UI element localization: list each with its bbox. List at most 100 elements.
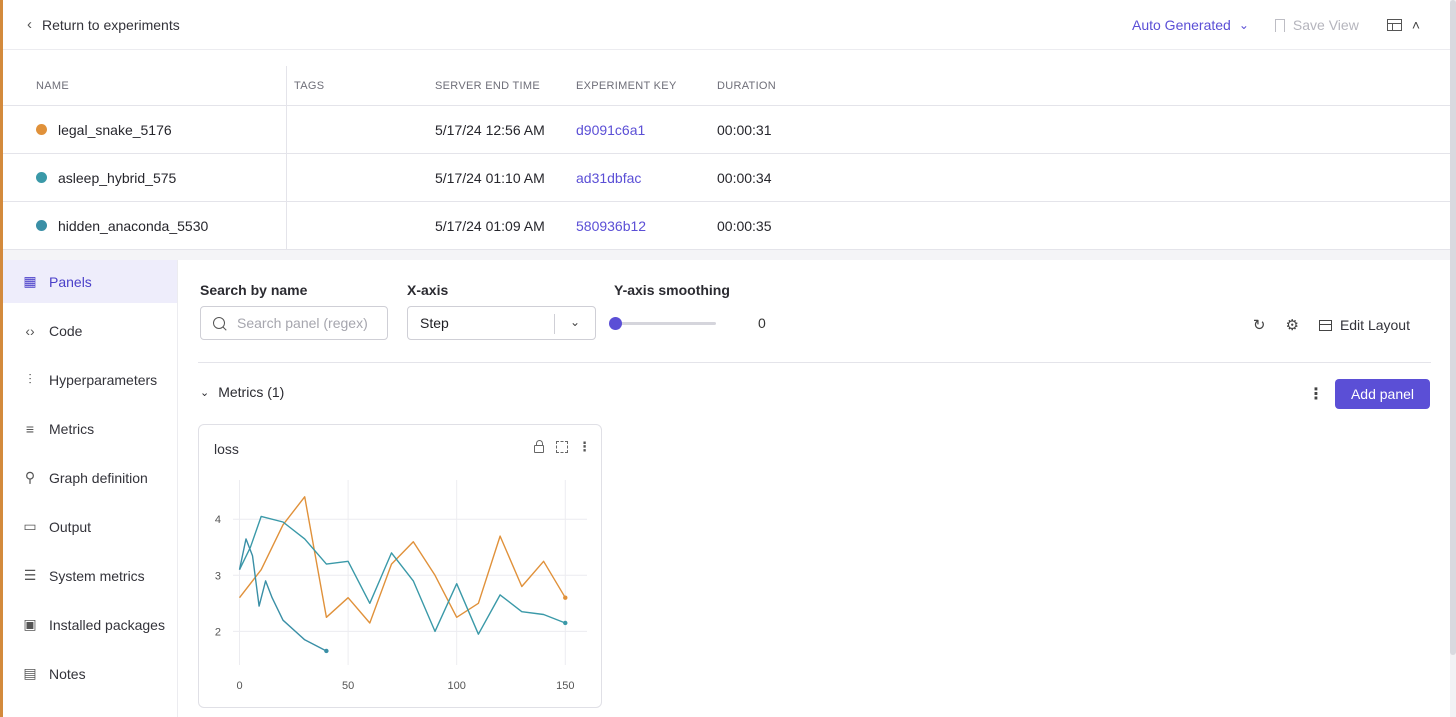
column-header-tags[interactable]: TAGS bbox=[287, 66, 435, 105]
chevron-down-icon: ⌄ bbox=[1238, 18, 1249, 32]
table-row[interactable]: hidden_anaconda_5530 5/17/24 01:09 AM 58… bbox=[3, 202, 1450, 250]
sidebar-item-panels[interactable]: ▦ Panels bbox=[3, 260, 177, 303]
sidebar-item-label: Panels bbox=[49, 273, 92, 290]
xaxis-select[interactable]: Step ⌄ bbox=[407, 306, 596, 340]
column-header-experiment-key[interactable]: EXPERIMENT KEY bbox=[576, 66, 717, 105]
experiment-end-time: 5/17/24 01:10 AM bbox=[435, 169, 545, 186]
bookmark-icon bbox=[1274, 18, 1285, 32]
slider-track[interactable] bbox=[614, 322, 716, 325]
slider-handle[interactable] bbox=[609, 317, 622, 330]
panels-main: Search by name X-axis Step ⌄ Y-axis smoo… bbox=[179, 260, 1450, 717]
section-more-icon[interactable]: ⋮ bbox=[1308, 384, 1324, 404]
loss-chart-panel[interactable]: 2 3 4 0 50 100 150 loss ⋮ bbox=[198, 424, 602, 708]
search-filter-group: Search by name bbox=[200, 282, 388, 340]
search-panel-box[interactable] bbox=[200, 306, 388, 340]
sidebar-item-graph-definition[interactable]: ⚲ Graph definition bbox=[3, 456, 177, 499]
return-label: Return to experiments bbox=[42, 16, 180, 33]
sidebar-item-output[interactable]: ▭ Output bbox=[3, 505, 177, 548]
experiment-name: asleep_hybrid_575 bbox=[58, 169, 177, 186]
return-to-experiments-link[interactable]: ‹ Return to experiments bbox=[27, 16, 180, 33]
y-tick-label: 3 bbox=[215, 570, 221, 582]
sidebar-item-code[interactable]: ‹› Code bbox=[3, 309, 177, 352]
experiment-name: hidden_anaconda_5530 bbox=[58, 217, 209, 234]
code-icon: ‹› bbox=[25, 322, 35, 339]
experiment-duration: 00:00:35 bbox=[717, 217, 772, 234]
column-header-name[interactable]: NAME bbox=[3, 66, 287, 105]
table-collapse-toggle[interactable]: ˄ bbox=[1386, 17, 1420, 33]
lock-icon[interactable] bbox=[534, 440, 544, 453]
smoothing-label: Y-axis smoothing bbox=[614, 282, 730, 298]
save-view-label: Save View bbox=[1292, 17, 1359, 33]
refresh-icon[interactable]: ↻ bbox=[1253, 316, 1266, 334]
more-vertical-icon[interactable]: ⋮ bbox=[578, 439, 591, 455]
loss-chart: 2 3 4 0 50 100 150 bbox=[215, 480, 587, 692]
experiment-name-cell: legal_snake_5176 bbox=[3, 106, 287, 153]
chart-actions: ⋮ bbox=[526, 439, 591, 455]
experiments-table: NAME TAGS SERVER END TIME EXPERIMENT KEY… bbox=[3, 66, 1450, 250]
scrollbar-thumb[interactable] bbox=[1450, 0, 1456, 655]
settings-sliders-icon[interactable]: ⚙ bbox=[1285, 316, 1298, 334]
select-separator bbox=[554, 314, 555, 334]
experiment-color-dot bbox=[36, 124, 47, 135]
column-header-duration[interactable]: DURATION bbox=[717, 66, 857, 105]
sidebar-item-label: Installed packages bbox=[49, 616, 165, 633]
smoothing-filter-group: Y-axis smoothing 0 bbox=[609, 282, 774, 340]
metrics-lines-icon: ≡ bbox=[25, 420, 35, 437]
xaxis-label: X-axis bbox=[407, 282, 449, 298]
system-lines-icon: ☰ bbox=[23, 567, 37, 583]
experiment-key-link[interactable]: d9091c6a1 bbox=[576, 122, 645, 138]
experiment-duration: 00:00:34 bbox=[717, 169, 772, 186]
sidebar-item-notes[interactable]: ▤ Notes bbox=[3, 652, 177, 695]
table-header: NAME TAGS SERVER END TIME EXPERIMENT KEY… bbox=[3, 66, 1450, 106]
sidebar-item-installed-packages[interactable]: ▣ Installed packages bbox=[3, 603, 177, 646]
save-view-button[interactable]: Save View bbox=[1274, 17, 1359, 33]
experiment-tags-cell bbox=[287, 106, 435, 153]
series-line-2 bbox=[238, 538, 327, 652]
experiment-key-link[interactable]: ad31dbfac bbox=[576, 170, 641, 186]
panel-tools: ↻ ⚙ Edit Layout bbox=[1233, 316, 1410, 334]
add-panel-button[interactable]: Add panel bbox=[1335, 379, 1430, 409]
x-tick-label: 100 bbox=[448, 680, 466, 692]
column-header-server-end-time[interactable]: SERVER END TIME bbox=[435, 66, 576, 105]
chevron-down-icon: ⌄ bbox=[569, 315, 580, 329]
view-selector-dropdown[interactable]: Auto Generated ⌄ bbox=[1132, 17, 1249, 33]
view-controls: Auto Generated ⌄ Save View ˄ bbox=[1132, 0, 1420, 50]
sidebar-item-metrics[interactable]: ≡ Metrics bbox=[3, 407, 177, 450]
chevron-down-icon: ⌄ bbox=[200, 386, 210, 399]
page-scrollbar[interactable] bbox=[1450, 0, 1456, 717]
chevron-left-icon: ‹ bbox=[27, 16, 32, 33]
sidebar-item-label: Hyperparameters bbox=[49, 371, 158, 388]
sidebar-item-hyperparameters[interactable]: ⫶ Hyperparameters bbox=[3, 358, 177, 401]
edit-layout-button[interactable]: Edit Layout bbox=[1318, 317, 1410, 333]
series-line-0 bbox=[238, 496, 566, 624]
smoothing-slider[interactable]: 0 bbox=[609, 306, 774, 340]
xaxis-selected-value: Step bbox=[420, 315, 449, 331]
experiment-key-link[interactable]: 580936b12 bbox=[576, 218, 646, 234]
smoothing-value: 0 bbox=[758, 315, 766, 331]
table-row[interactable]: legal_snake_5176 5/17/24 12:56 AM d9091c… bbox=[3, 106, 1450, 154]
experiment-name: legal_snake_5176 bbox=[58, 121, 172, 138]
chevron-up-icon: ˄ bbox=[1411, 17, 1420, 33]
search-label: Search by name bbox=[200, 282, 308, 298]
sliders-vertical-icon: ⫶ bbox=[28, 371, 32, 387]
view-selector-label: Auto Generated bbox=[1131, 17, 1231, 33]
experiment-tags-cell bbox=[287, 154, 435, 201]
experiment-end-time: 5/17/24 01:09 AM bbox=[435, 217, 545, 234]
table-row[interactable]: asleep_hybrid_575 5/17/24 01:10 AM ad31d… bbox=[3, 154, 1450, 202]
terminal-icon: ▭ bbox=[23, 518, 37, 534]
sidebar-item-label: System metrics bbox=[49, 567, 145, 584]
table-icon bbox=[1386, 19, 1402, 31]
search-panel-input[interactable] bbox=[237, 315, 377, 331]
series-end-point-0 bbox=[563, 595, 568, 600]
experiment-color-dot bbox=[36, 220, 47, 231]
x-tick-label: 50 bbox=[342, 680, 354, 692]
top-bar: ‹ Return to experiments Auto Generated ⌄… bbox=[3, 0, 1450, 50]
experiment-color-dot bbox=[36, 172, 47, 183]
section-title: Metrics (1) bbox=[218, 384, 285, 400]
expand-icon[interactable] bbox=[556, 441, 568, 453]
sidebar-item-system-metrics[interactable]: ☰ System metrics bbox=[3, 554, 177, 597]
xaxis-filter-group: X-axis Step ⌄ bbox=[407, 282, 596, 340]
python-package-icon: ▣ bbox=[23, 616, 37, 632]
metrics-section-toggle[interactable]: ⌄ Metrics (1) bbox=[200, 384, 284, 400]
experiment-tags-cell bbox=[287, 202, 435, 249]
